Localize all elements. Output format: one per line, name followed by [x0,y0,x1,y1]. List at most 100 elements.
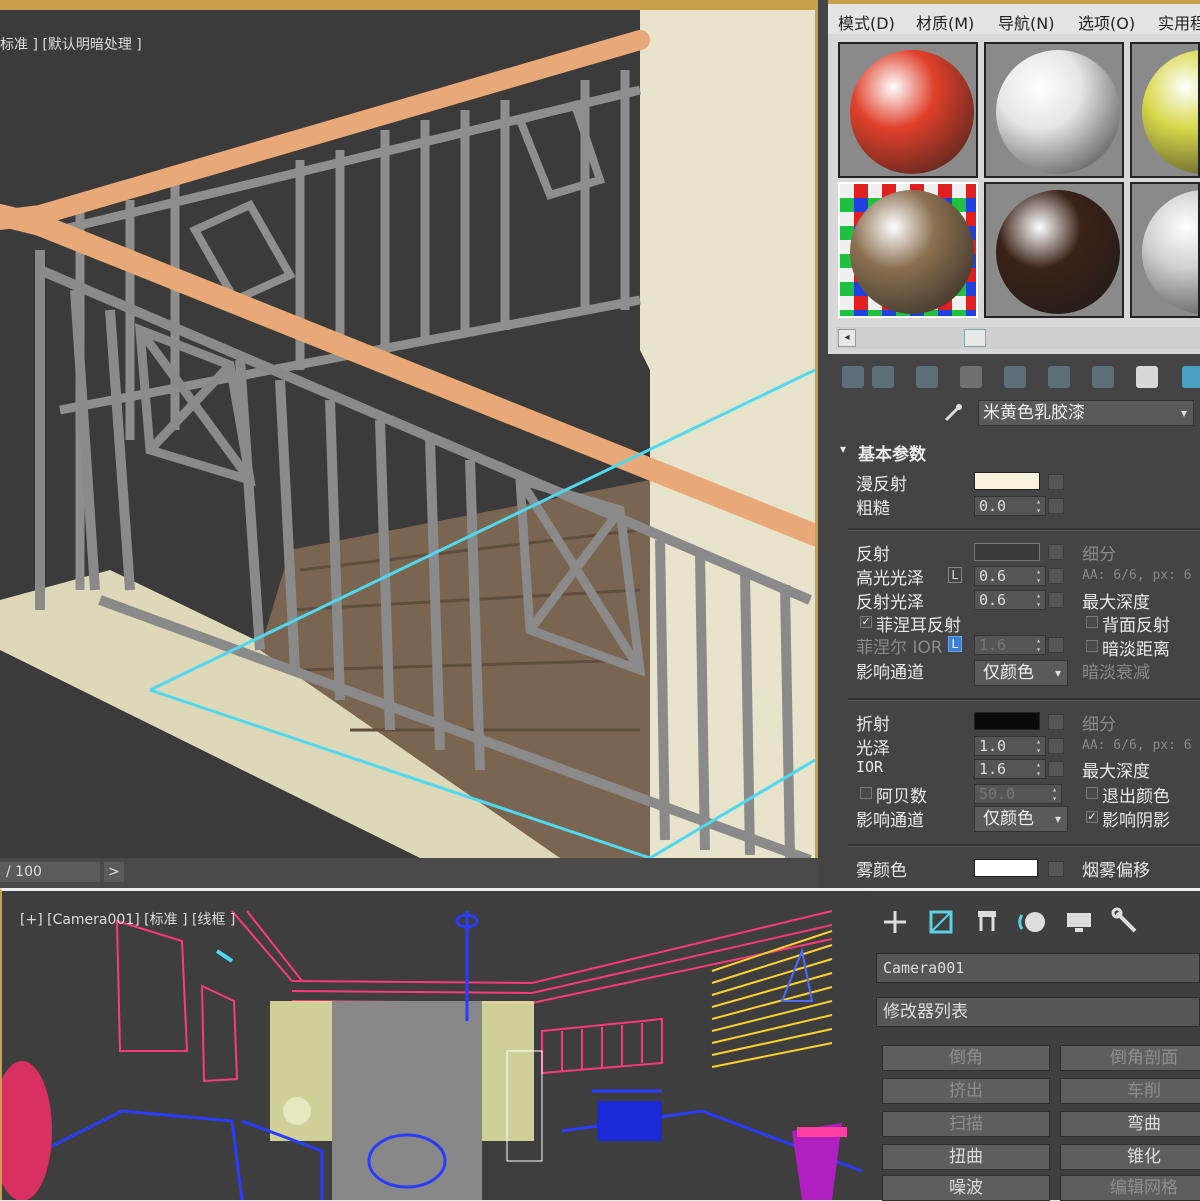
roughness-spinner[interactable]: 0.0 [974,496,1046,516]
material-name: 米黄色乳胶漆 [983,403,1085,423]
hilight-lock-button[interactable]: L [948,567,962,583]
eyedropper-icon[interactable] [942,402,964,424]
reflect-affect-channels-label: 影响通道 [856,663,924,683]
reflect-aa-text: AA: 6/6, px: 6 [1082,568,1192,583]
sample-slots-scrollbar[interactable]: ◂ [836,327,1200,349]
back-side-checkbox[interactable] [1086,616,1098,628]
frame-counter[interactable]: / 100 [0,862,100,882]
affect-shadows-checkbox[interactable]: ✓ [1086,811,1098,823]
camera-viewport[interactable]: [+] [Camera001] [标准 ] [线框 ] [0,888,866,1200]
fresnel-ior-label: 菲涅尔 IOR [856,638,943,658]
refract-gloss-map-button[interactable] [1048,738,1064,754]
menu-mode[interactable]: 模式(D) [838,10,895,34]
menu-material[interactable]: 材质(M) [916,10,974,34]
viewport-label[interactable]: [+] [Camera001] [标准 ] [线框 ] [20,909,235,929]
ior-map-button[interactable] [1048,761,1064,777]
create-tab-icon[interactable] [878,905,912,939]
white-sphere-icon [996,50,1120,174]
modifier-button-3[interactable]: 挤出 [882,1078,1050,1104]
modifier-button-10[interactable]: 编辑网格 [1060,1175,1200,1201]
scroll-left-icon[interactable]: ◂ [838,329,856,347]
show-map-icon[interactable] [1182,366,1200,388]
material-editor: 模式(D) 材质(M) 导航(N) 选项(O) 实用程 ◂ 米黄色乳胶漆 ▾ ▾… [818,0,1200,888]
dim-distance-checkbox[interactable] [1086,640,1098,652]
save-to-library-icon[interactable] [1092,366,1114,388]
diffuse-color-swatch[interactable] [974,472,1040,490]
grey-sphere-icon [1142,190,1198,314]
utilities-tab-icon[interactable] [1108,905,1142,939]
display-tab-icon[interactable] [1062,905,1096,939]
material-toolbar [838,362,1200,392]
abbe-spinner[interactable]: 50.0 [974,784,1062,804]
sample-slot-3[interactable] [1130,42,1200,178]
modifier-list-dropdown[interactable]: 修改器列表 [876,997,1200,1027]
hierarchy-tab-icon[interactable] [970,905,1004,939]
refl-gloss-label: 反射光泽 [856,593,924,613]
modify-tab-icon[interactable] [924,905,958,939]
get-material-icon[interactable] [842,366,864,388]
modifier-button-8[interactable]: 锥化 [1060,1144,1200,1170]
refract-gloss-spinner[interactable]: 1.0 [974,736,1046,756]
refract-affect-channels-dropdown[interactable]: 仅颜色 ▾ [974,806,1068,832]
sample-slot-4-selected[interactable] [838,182,978,318]
modifier-button-7[interactable]: 扭曲 [882,1144,1050,1170]
divider [848,844,1200,847]
fresnel-ior-spinner[interactable]: 1.6 [974,635,1046,655]
refl-gloss-map-button[interactable] [1048,592,1064,608]
next-frame-button[interactable]: > [104,862,124,882]
fog-color-swatch[interactable] [974,859,1038,877]
reflect-map-button[interactable] [1048,544,1064,560]
delete-icon[interactable] [960,366,982,388]
sample-slot-6[interactable] [1130,182,1200,318]
refract-affect-channels-value: 仅颜色 [983,809,1034,829]
perspective-viewport[interactable]: 标准 ] [默认明暗处理 ] [0,0,818,858]
assign-to-selection-icon[interactable] [916,366,938,388]
modifier-button-6[interactable]: 弯曲 [1060,1111,1200,1137]
fog-map-button[interactable] [1048,861,1064,877]
hilight-map-button[interactable] [1048,568,1064,584]
diffuse-map-button[interactable] [1048,474,1064,490]
modifier-button-4[interactable]: 车削 [1060,1078,1200,1104]
refl-gloss-spinner[interactable]: 0.6 [974,590,1046,610]
effects-channel-icon[interactable] [1136,366,1158,388]
refract-map-button[interactable] [1048,714,1064,730]
fog-bias-label: 烟雾偏移 [1082,861,1150,881]
reflect-affect-channels-dropdown[interactable]: 仅颜色 ▾ [974,660,1068,686]
hilight-gloss-spinner[interactable]: 0.6 [974,566,1046,586]
chevron-down-icon: ▾ [1054,666,1061,680]
time-slider[interactable]: / 100 > [0,858,818,888]
exit-color-checkbox[interactable] [1086,787,1098,799]
sample-slot-2[interactable] [984,42,1124,178]
menu-utilities[interactable]: 实用程 [1158,10,1200,34]
fresnel-ior-lock-button[interactable]: L [948,636,962,652]
ior-spinner[interactable]: 1.6 [974,759,1046,779]
viewport-label[interactable]: 标准 ] [默认明暗处理 ] [0,34,142,54]
modifier-button-1[interactable]: 倒角 [882,1045,1050,1071]
collapse-arrow-icon[interactable]: ▾ [840,442,846,456]
material-id-icon[interactable] [1048,366,1070,388]
abbe-label: 阿贝数 [876,787,927,807]
scroll-thumb[interactable] [964,329,986,347]
make-unique-icon[interactable] [1004,366,1026,388]
abbe-checkbox[interactable] [860,787,872,799]
object-name-field[interactable]: Camera001 [876,953,1200,983]
fresnel-checkbox[interactable]: ✓ [860,616,872,628]
refract-color-swatch[interactable] [974,712,1040,730]
menu-navigation[interactable]: 导航(N) [998,10,1054,34]
fresnel-ior-map-button[interactable] [1048,637,1064,653]
reflect-color-swatch[interactable] [974,543,1040,561]
modifier-button-2[interactable]: 倒角剖面 [1060,1045,1200,1071]
modifier-button-9[interactable]: 噪波 [882,1175,1050,1201]
sample-slot-1[interactable] [838,42,978,178]
menu-options[interactable]: 选项(O) [1078,10,1135,34]
refract-label: 折射 [856,715,890,735]
command-panel: Camera001 修改器列表 倒角 倒角剖面 挤出 车削 扫描 弯曲 扭曲 锥… [866,888,1200,1201]
roughness-map-button[interactable] [1048,498,1064,514]
material-name-field[interactable]: 米黄色乳胶漆 ▾ [978,400,1194,426]
sample-slot-5[interactable] [984,182,1124,318]
put-to-scene-icon[interactable] [872,366,894,388]
modifier-button-5[interactable]: 扫描 [882,1111,1050,1137]
section-title[interactable]: 基本参数 [858,440,926,465]
refract-subdivs-label: 细分 [1082,715,1116,735]
motion-tab-icon[interactable] [1016,905,1050,939]
